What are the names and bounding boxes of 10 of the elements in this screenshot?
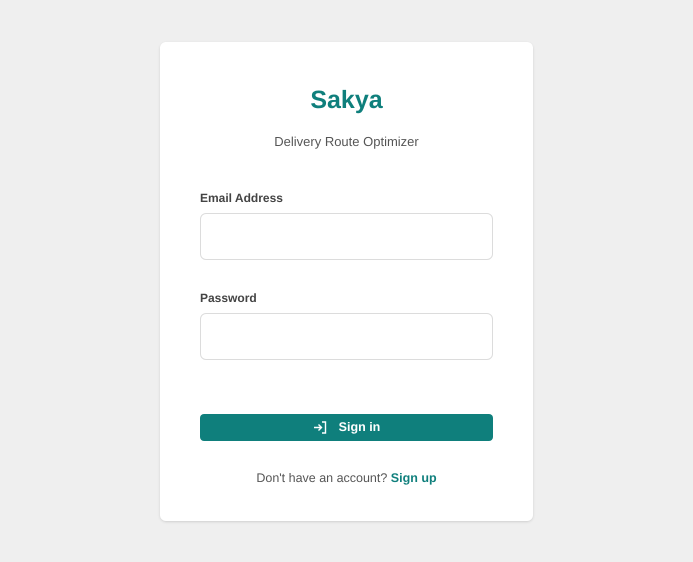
app-title: Sakya xyxy=(309,86,384,114)
input-field[interactable] xyxy=(200,212,493,260)
sign-in-button[interactable]: Sign in xyxy=(200,414,493,440)
app-subtitle: Delivery Route Optimizer xyxy=(273,133,420,151)
field-label: Password xyxy=(200,290,258,306)
field-label: Email Address xyxy=(200,190,284,206)
sign-up-link[interactable]: Sign up xyxy=(390,470,437,484)
input-field[interactable] xyxy=(200,312,493,360)
signup-prompt: Don't have an account? Sign up xyxy=(255,470,438,487)
sign-in-icon xyxy=(312,420,327,434)
